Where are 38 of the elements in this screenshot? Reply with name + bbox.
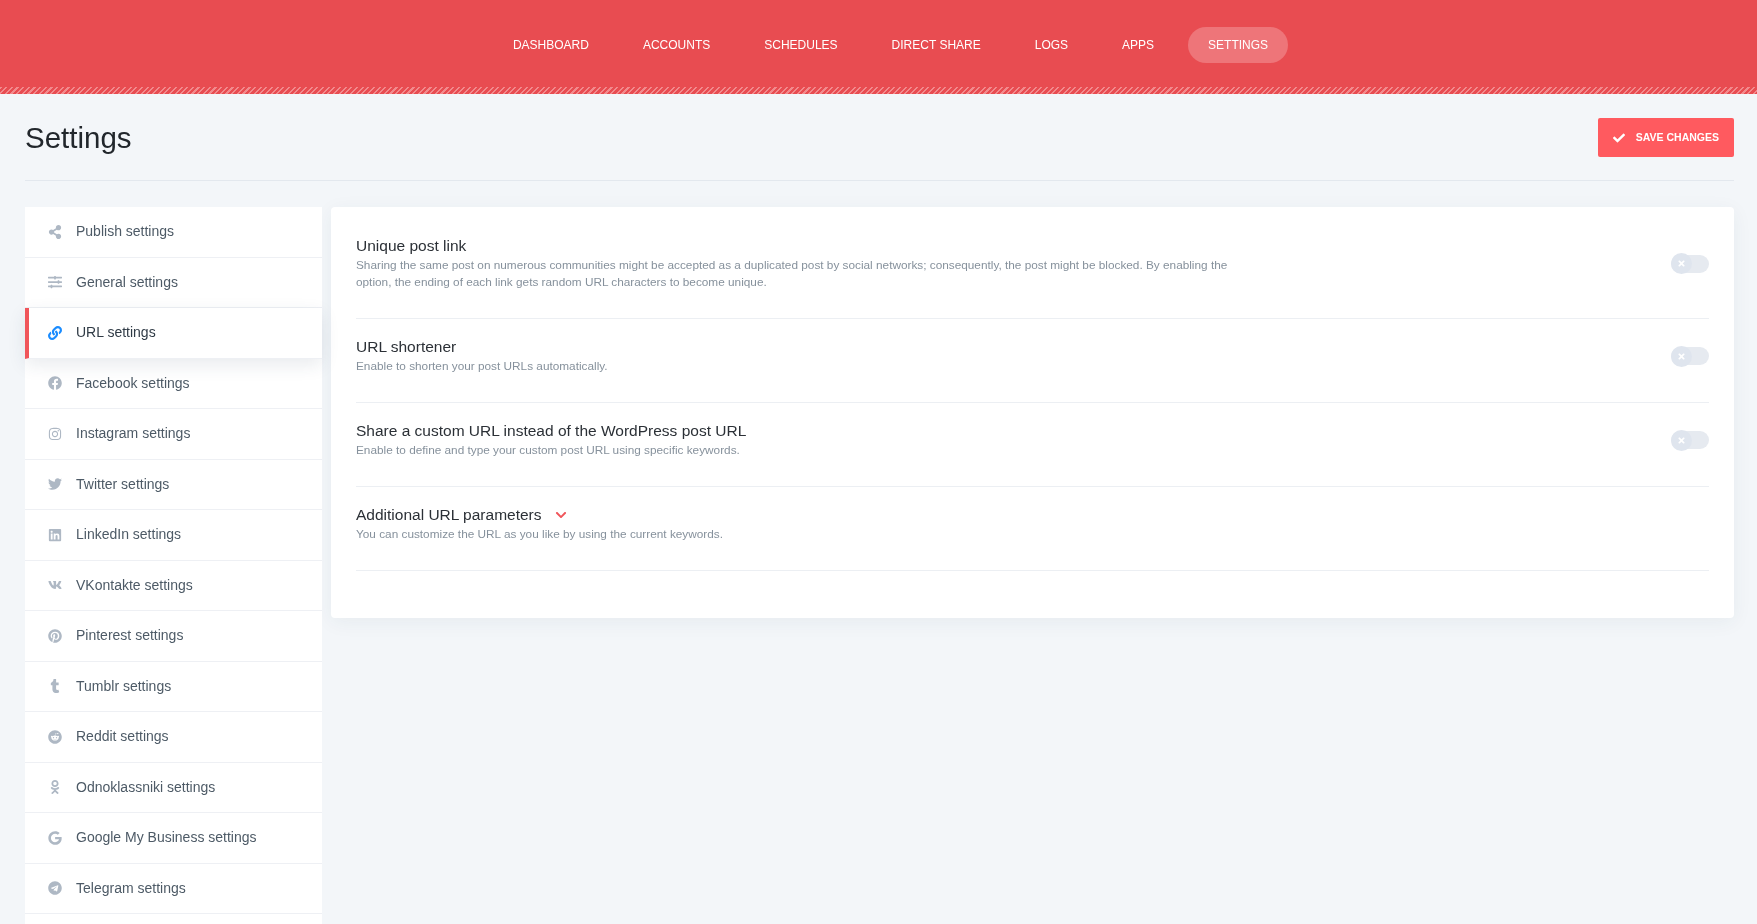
setting-title: URL shortener [356, 337, 457, 357]
link-icon [48, 325, 62, 340]
share-icon [48, 224, 62, 239]
toggle-switch[interactable] [1671, 347, 1709, 365]
setting-description: Sharing the same post on numerous communities might be accepted as a duplicated post by social networks; consequently, the post might be blocked. By enabling the option, the ending of each link gets random URL characters to become unique. [356, 257, 1229, 291]
instagram-icon [48, 426, 62, 441]
setting-title: Additional URL parameters [356, 505, 542, 525]
pinterest-icon [48, 628, 62, 643]
tumblr-icon [48, 679, 62, 694]
nav-tab[interactable]: ACCOUNTS [622, 26, 731, 63]
nav-tab[interactable]: SCHEDULES [744, 26, 858, 63]
nav-tab[interactable]: LOGS [1014, 26, 1089, 63]
sliders-icon [48, 275, 62, 290]
x-icon [1677, 351, 1686, 361]
setting-title: Unique post link [356, 236, 467, 256]
odnoklassniki-icon [48, 780, 62, 795]
facebook-icon [48, 376, 62, 391]
google-icon [48, 830, 62, 845]
check-icon [1612, 131, 1625, 144]
setting-description: You can customize the URL as you like by using the current keywords. [356, 526, 723, 543]
setting-description: Enable to shorten your post URLs automatically. [356, 358, 608, 375]
setting-description: Enable to define and type your custom post URL using specific keywords. [356, 442, 741, 459]
setting-title: Share a custom URL instead of the WordPress post URL [356, 421, 747, 441]
sidebar-item[interactable]: URL settings [25, 308, 322, 359]
x-icon [1677, 435, 1686, 445]
toggle-switch[interactable] [1671, 254, 1709, 273]
nav-tab[interactable]: DIRECT SHARE [871, 26, 1001, 63]
page-title: Settings [25, 120, 132, 156]
x-icon [1677, 259, 1686, 268]
linkedin-icon [48, 527, 62, 542]
chevron-down-icon [554, 509, 567, 521]
twitter-icon [48, 477, 62, 492]
telegram-icon [48, 881, 62, 896]
reddit-icon [48, 729, 62, 744]
nav-tab[interactable]: DASHBOARD [492, 26, 609, 63]
toggle-switch[interactable] [1671, 431, 1709, 449]
nav-tab[interactable]: APPS [1102, 26, 1175, 63]
sidebar-item[interactable]: Publish settings [25, 207, 322, 258]
